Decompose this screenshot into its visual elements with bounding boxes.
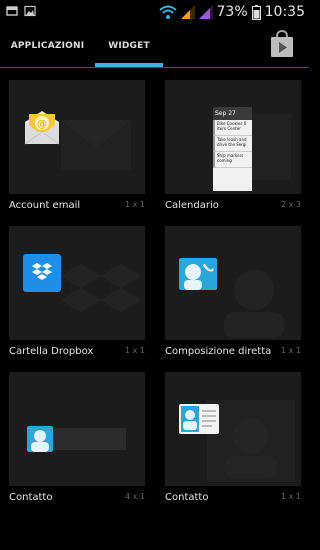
calendar-event: Take leash and drive the Sergi <box>213 136 252 152</box>
battery-percent: 73% <box>216 4 248 20</box>
widget-size: 2 x 3 <box>281 200 301 209</box>
widget-cartella-dropbox[interactable]: Cartella Dropbox 1 x 1 <box>9 226 145 366</box>
wifi-icon <box>158 5 177 19</box>
contact-icon <box>27 426 53 452</box>
contact-strip <box>53 428 126 450</box>
widget-contatto-1x1[interactable]: Contatto 1 x 1 <box>165 372 301 512</box>
widget-account-email[interactable]: @ Account email 1 x 1 <box>9 80 145 220</box>
dropbox-icon <box>23 254 61 292</box>
contact-card-icon <box>179 404 219 434</box>
widget-size: 1 x 1 <box>125 346 145 355</box>
clock: 10:35 <box>264 4 305 20</box>
widget-label: Contatto <box>165 492 209 503</box>
widget-preview <box>165 226 301 340</box>
widget-preview <box>9 226 145 340</box>
widget-preview <box>9 372 145 486</box>
widget-label: Contatto <box>9 492 53 503</box>
ghost-dropbox-icon <box>61 264 141 312</box>
calendar-event: Ship markers coming <box>213 152 252 168</box>
widget-size: 1 x 1 <box>281 346 301 355</box>
widget-contatto-4x1[interactable]: Contatto 4 x 1 <box>9 372 145 512</box>
widget-preview: Sep 27 Bike Cookies 6 Item Center Take l… <box>165 80 301 194</box>
calendar-date: Sep 27 <box>213 107 252 120</box>
play-store-icon <box>271 30 293 57</box>
direct-dial-icon <box>179 258 217 290</box>
widget-preview <box>165 372 301 486</box>
widget-calendario[interactable]: Sep 27 Bike Cookies 6 Item Center Take l… <box>165 80 301 220</box>
widget-label: Cartella Dropbox <box>9 346 94 357</box>
svg-text:@: @ <box>37 119 47 130</box>
tab-bar: APPLICAZIONI WIDGET <box>0 24 309 68</box>
signal-icon <box>180 5 195 19</box>
widget-label: Calendario <box>165 200 219 211</box>
calendar-widget: Sep 27 Bike Cookies 6 Item Center Take l… <box>213 107 252 191</box>
widget-preview: @ <box>9 80 145 194</box>
calendar-event: Bike Cookies 6 Item Center <box>213 120 252 136</box>
tab-applicazioni[interactable]: APPLICAZIONI <box>0 24 95 68</box>
ghost-contact-icon <box>224 270 284 338</box>
ghost-contact-card-icon <box>207 400 295 482</box>
widget-composizione-diretta[interactable]: Composizione diretta 1 x 1 <box>165 226 301 366</box>
play-store-button[interactable] <box>269 30 295 58</box>
image-icon <box>24 5 36 17</box>
widget-size: 1 x 1 <box>125 200 145 209</box>
widget-label: Account email <box>9 200 81 211</box>
widget-size: 4 x 1 <box>125 492 145 501</box>
notification-icon <box>6 6 18 16</box>
signal-icon <box>198 5 213 19</box>
tab-divider <box>0 67 309 68</box>
battery-icon <box>251 4 261 20</box>
email-icon: @ <box>24 111 60 145</box>
widget-size: 1 x 1 <box>281 492 301 501</box>
ghost-email-icon <box>61 120 131 170</box>
widget-label: Composizione diretta <box>165 346 272 357</box>
status-bar: 73% 10:35 <box>0 0 309 24</box>
tab-widget[interactable]: WIDGET <box>95 24 163 68</box>
